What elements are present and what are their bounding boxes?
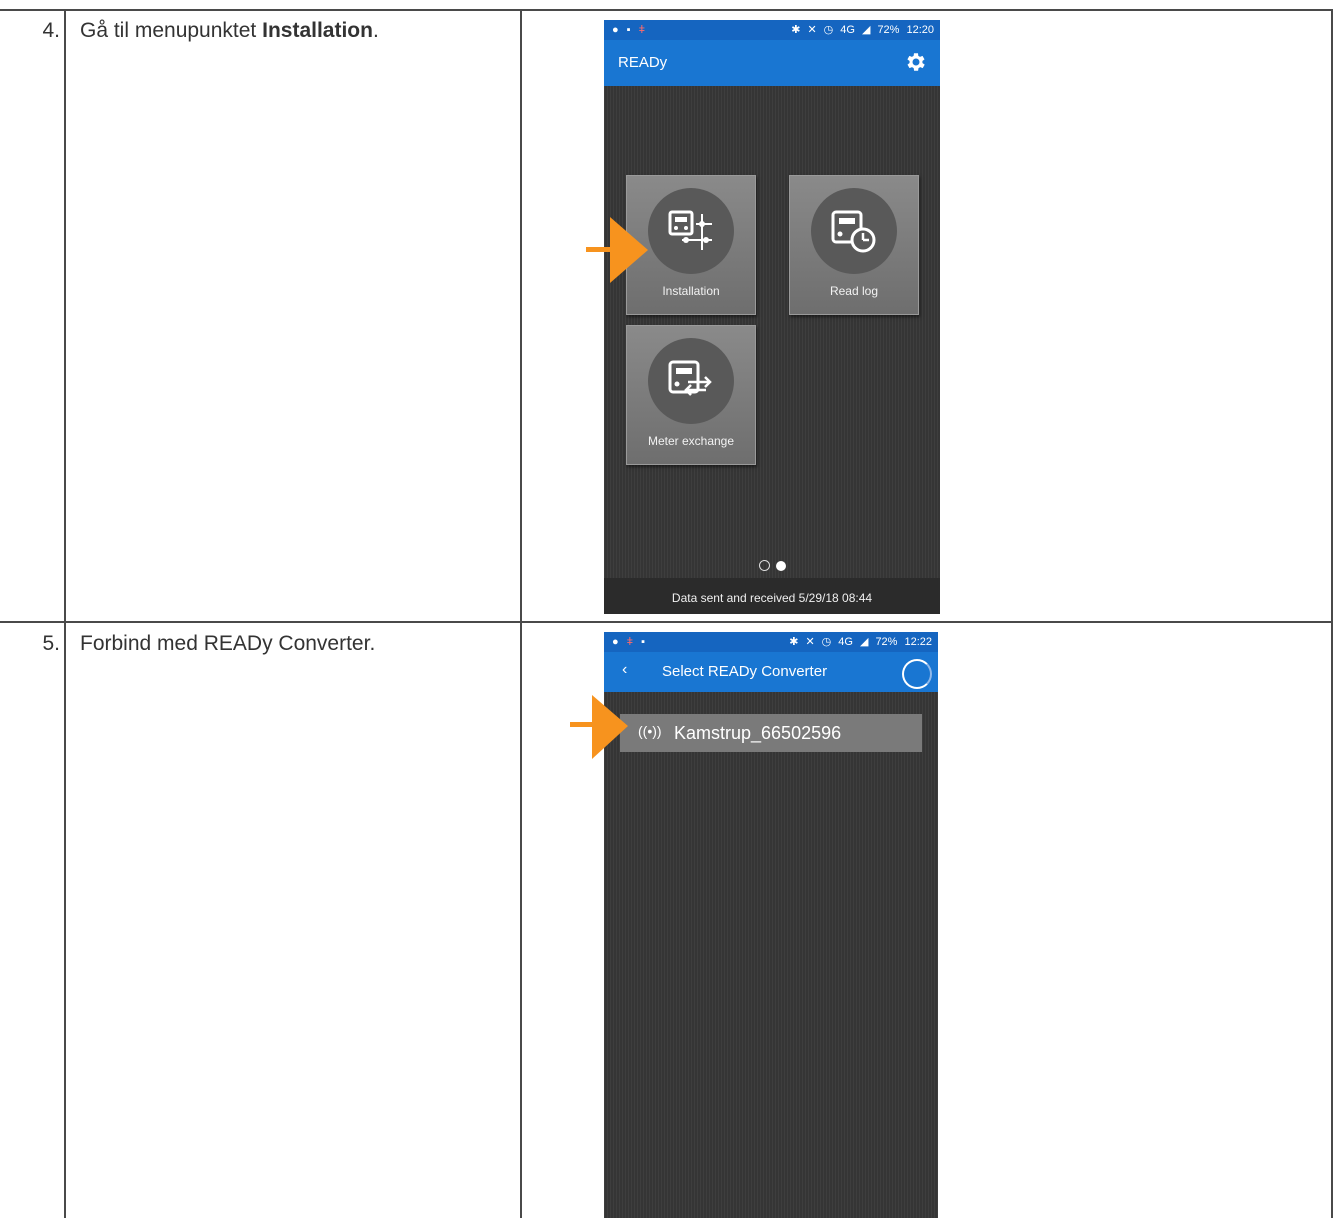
gear-icon[interactable] (904, 50, 928, 79)
step-number: 5. (42, 632, 60, 655)
device-list-item[interactable]: ((•)) Kamstrup_66502596 (620, 714, 922, 752)
tile-label: Read log (829, 284, 879, 298)
table-col-divider-2 (520, 9, 522, 1218)
read-log-icon (831, 210, 876, 253)
device-name: Kamstrup_66502596 (674, 723, 842, 743)
loading-spinner-icon (902, 659, 932, 689)
app-toolbar: READy (604, 40, 940, 86)
signal-icon: ◢ (859, 636, 869, 648)
alarm-icon: ◷ (823, 24, 834, 36)
meter-exchange-tile[interactable]: Meter exchange (626, 325, 756, 465)
broadcast-icon: ((•)) (638, 723, 662, 739)
status-bar: ● ǂ ▪ ✱ ✕ ◷ 4G ◢ 72% 12:22 (604, 632, 938, 652)
spotify-icon: ● (612, 24, 619, 36)
read-log-tile[interactable]: Read log (789, 175, 919, 315)
arrow-pointer-icon (586, 217, 648, 283)
table-row-divider (0, 621, 1333, 623)
bluetooth-icon: ✱ (791, 24, 801, 36)
meter-exchange-icon (668, 360, 712, 396)
battery-percent: 72% (875, 636, 898, 648)
page-dot-inactive[interactable] (758, 560, 770, 571)
network-type: 4G (838, 636, 853, 648)
image-icon: ▪ (641, 636, 645, 648)
bluetooth-icon: ✱ (789, 636, 799, 648)
app-toolbar: ‹ Select READy Converter (604, 652, 938, 692)
clock: 12:22 (904, 636, 932, 648)
arrow-pointer-icon (570, 695, 628, 759)
installation-icon-circle (648, 188, 734, 274)
phone-screenshot-select-converter: ● ǂ ▪ ✱ ✕ ◷ 4G ◢ 72% 12:22 ‹ Select READ… (604, 632, 938, 1218)
table-border-right (1331, 9, 1333, 1218)
step-text-bold: Installation (262, 19, 373, 42)
network-type: 4G (840, 24, 855, 36)
usb-icon: ǂ (626, 636, 634, 648)
tile-label: Meter exchange (647, 434, 735, 448)
mute-icon: ✕ (807, 24, 817, 36)
tile-label: Installation (662, 284, 720, 298)
table-border-top (0, 9, 1333, 11)
step-number: 4. (42, 19, 60, 42)
battery-percent: 72% (877, 24, 900, 36)
clock: 12:20 (906, 24, 934, 36)
signal-icon: ◢ (861, 24, 871, 36)
usb-icon: ǂ (638, 24, 645, 36)
step-instruction: Gå til menupunktet Installation. (80, 19, 379, 43)
alarm-icon: ◷ (821, 636, 832, 648)
table-col-divider-1 (64, 9, 66, 1218)
step-text: Gå til menupunktet (80, 19, 263, 42)
status-bar: ● ▪ ǂ ✱ ✕ ◷ 4G ◢ 72% 12:20 (604, 20, 940, 40)
page-dot-active[interactable] (775, 561, 786, 571)
step-instruction: Forbind med READy Converter. (80, 632, 376, 655)
toolbar-title: Select READy Converter (662, 663, 828, 680)
meter-exchange-icon-circle (648, 338, 734, 424)
page-indicator (604, 558, 940, 576)
mute-icon: ✕ (805, 636, 815, 648)
app-title: READy (618, 54, 668, 71)
back-icon[interactable]: ‹ (622, 661, 627, 679)
image-icon: ▪ (626, 24, 631, 36)
spotify-icon: ● (612, 636, 619, 648)
sync-status: Data sent and received 5/29/18 08:44 (604, 578, 940, 614)
read-log-icon-circle (811, 188, 897, 274)
step-text-end: . (372, 19, 379, 42)
installation-icon (668, 210, 712, 250)
phone-screenshot-home: ● ▪ ǂ ✱ ✕ ◷ 4G ◢ 72% 12:20 READy Install… (604, 20, 940, 614)
